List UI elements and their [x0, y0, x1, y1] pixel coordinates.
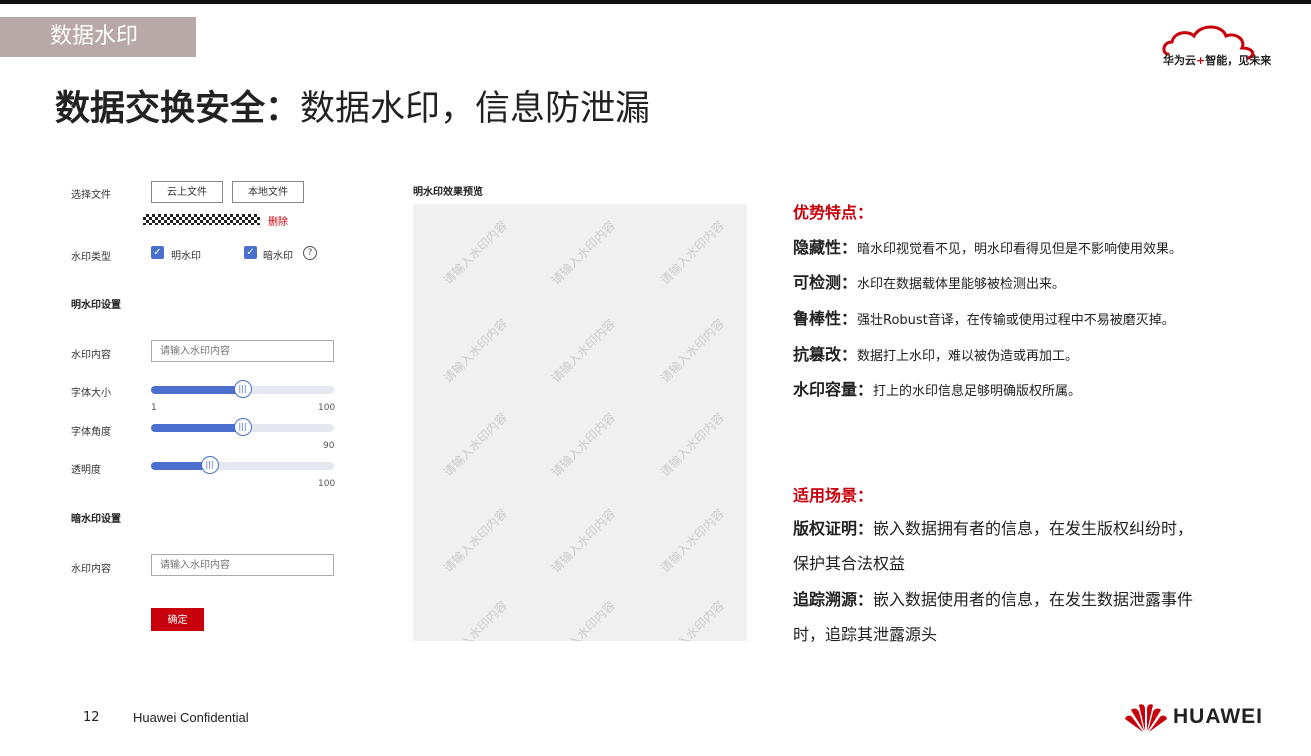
font-size-handle[interactable]: ||| [233, 380, 252, 398]
advantage-item: 抗篡改：数据打上水印，难以被伪造或再加工。 [793, 341, 1078, 365]
watermark-tile: 请输入水印内容 [657, 316, 728, 386]
advantage-desc: 水印在数据载体里能够被检测出来。 [857, 277, 1066, 292]
scenarios-heading: 适用场景： [793, 486, 874, 505]
visible-settings-heading: 明水印设置 [71, 300, 121, 311]
watermark-tile: 请输入水印内容 [440, 506, 511, 576]
watermark-tile: 请输入水印内容 [548, 316, 619, 386]
font-size-min: 1 [151, 403, 157, 413]
advantage-desc: 暗水印视觉看不见，明水印看得见但是不影响使用效果。 [857, 242, 1183, 257]
scenario-trace: 追踪溯源：嵌入数据使用者的信息，在发生数据泄露事件 [793, 590, 1194, 609]
watermark-preview: 请输入水印内容 请输入水印内容 请输入水印内容 请输入水印内容 请输入水印内容 请输入水印… [413, 204, 747, 641]
page-title: 数据交换安全：数据水印，信息防泄漏 [55, 89, 651, 129]
preview-title: 明水印效果预览 [413, 187, 483, 198]
font-angle-label: 字体角度 [71, 427, 111, 438]
watermark-tile: 请输入水印内容 [440, 316, 511, 386]
huawei-wordmark: HUAWEI [1173, 705, 1263, 728]
advantage-item: 隐藏性：暗水印视觉看不见，明水印看得见但是不影响使用效果。 [793, 234, 1182, 258]
watermark-tile: 请输入水印内容 [657, 410, 728, 480]
advantage-term: 鲁棒性： [793, 309, 858, 328]
advantage-term: 水印容量： [793, 380, 874, 399]
watermark-tile: 请输入水印内容 [548, 506, 619, 576]
advantage-term: 抗篡改： [793, 345, 858, 364]
confidential-label: Huawei Confidential [133, 710, 249, 725]
opacity-slider[interactable]: ||| [151, 456, 334, 474]
scenario-copyright: 版权证明：嵌入数据拥有者的信息，在发生版权纠纷时， [793, 519, 1194, 538]
visible-watermark-label: 明水印 [171, 251, 201, 262]
watermark-tile: 请输入水印内容 [657, 506, 728, 576]
watermark-tile: 请输入水印内容 [440, 218, 511, 288]
invisible-watermark-checkbox[interactable]: ✓ [244, 246, 257, 259]
section-tag: 数据水印 [0, 17, 196, 57]
font-size-max: 100 [318, 403, 336, 413]
watermark-type-label: 水印类型 [71, 252, 111, 263]
font-angle-fill [151, 424, 243, 432]
scenario-copyright-cont: 保护其合法权益 [793, 554, 906, 573]
font-angle-slider[interactable]: ||| [151, 418, 334, 436]
page-number: 12 [83, 710, 100, 725]
select-file-label: 选择文件 [71, 190, 111, 201]
invisible-settings-heading: 暗水印设置 [71, 514, 121, 525]
opacity-label: 透明度 [71, 465, 101, 476]
watermark-tile: 请输入水印内容 [657, 598, 728, 641]
opacity-handle[interactable]: ||| [200, 456, 219, 474]
advantage-desc: 数据打上水印，难以被伪造或再加工。 [857, 349, 1079, 364]
watermark-tile: 请输入水印内容 [440, 410, 511, 480]
watermark-tile: 请输入水印内容 [657, 218, 728, 288]
top-border [0, 0, 1311, 4]
watermark-tile: 请输入水印内容 [548, 410, 619, 480]
watermark-content-input[interactable] [151, 340, 334, 362]
advantage-item: 鲁棒性：强壮Robust音译，在传输或使用过程中不易被磨灭掉。 [793, 305, 1175, 329]
selected-file-name [143, 214, 260, 225]
invisible-watermark-label: 暗水印 [263, 251, 293, 262]
invisible-content-input[interactable] [151, 554, 334, 576]
opacity-max: 100 [318, 479, 336, 489]
font-size-slider[interactable]: ||| [151, 380, 334, 398]
watermark-tile: 请输入水印内容 [440, 598, 511, 641]
advantage-term: 隐藏性： [793, 238, 858, 257]
advantages-heading: 优势特点： [793, 203, 874, 222]
delete-file-link[interactable]: 删除 [268, 213, 288, 228]
visible-watermark-checkbox[interactable]: ✓ [151, 246, 164, 259]
watermark-tile: 请输入水印内容 [548, 598, 619, 641]
cloud-file-button[interactable]: 云上文件 [151, 181, 223, 203]
help-icon[interactable]: ? [303, 246, 317, 260]
huawei-flower-logo-icon [1125, 704, 1167, 732]
watermark-content-label: 水印内容 [71, 350, 111, 361]
invisible-content-label: 水印内容 [71, 564, 111, 575]
advantage-desc: 打上的水印信息足够明确版权所属。 [873, 384, 1082, 399]
cloud-slogan: 华为云+智能，见未来 [1163, 54, 1272, 67]
watermark-tile: 请输入水印内容 [548, 218, 619, 288]
font-size-label: 字体大小 [71, 388, 111, 399]
font-size-fill [151, 386, 243, 394]
confirm-button[interactable]: 确定 [151, 608, 204, 631]
font-angle-handle[interactable]: ||| [233, 418, 252, 436]
advantage-item: 可检测：水印在数据载体里能够被检测出来。 [793, 269, 1065, 293]
advantage-term: 可检测： [793, 273, 858, 292]
advantage-desc: 强壮Robust音译，在传输或使用过程中不易被磨灭掉。 [857, 313, 1175, 328]
font-angle-max: 90 [323, 441, 335, 451]
advantage-item: 水印容量：打上的水印信息足够明确版权所属。 [793, 376, 1081, 400]
scenario-trace-cont: 时，追踪其泄露源头 [793, 625, 938, 644]
local-file-button[interactable]: 本地文件 [232, 181, 304, 203]
